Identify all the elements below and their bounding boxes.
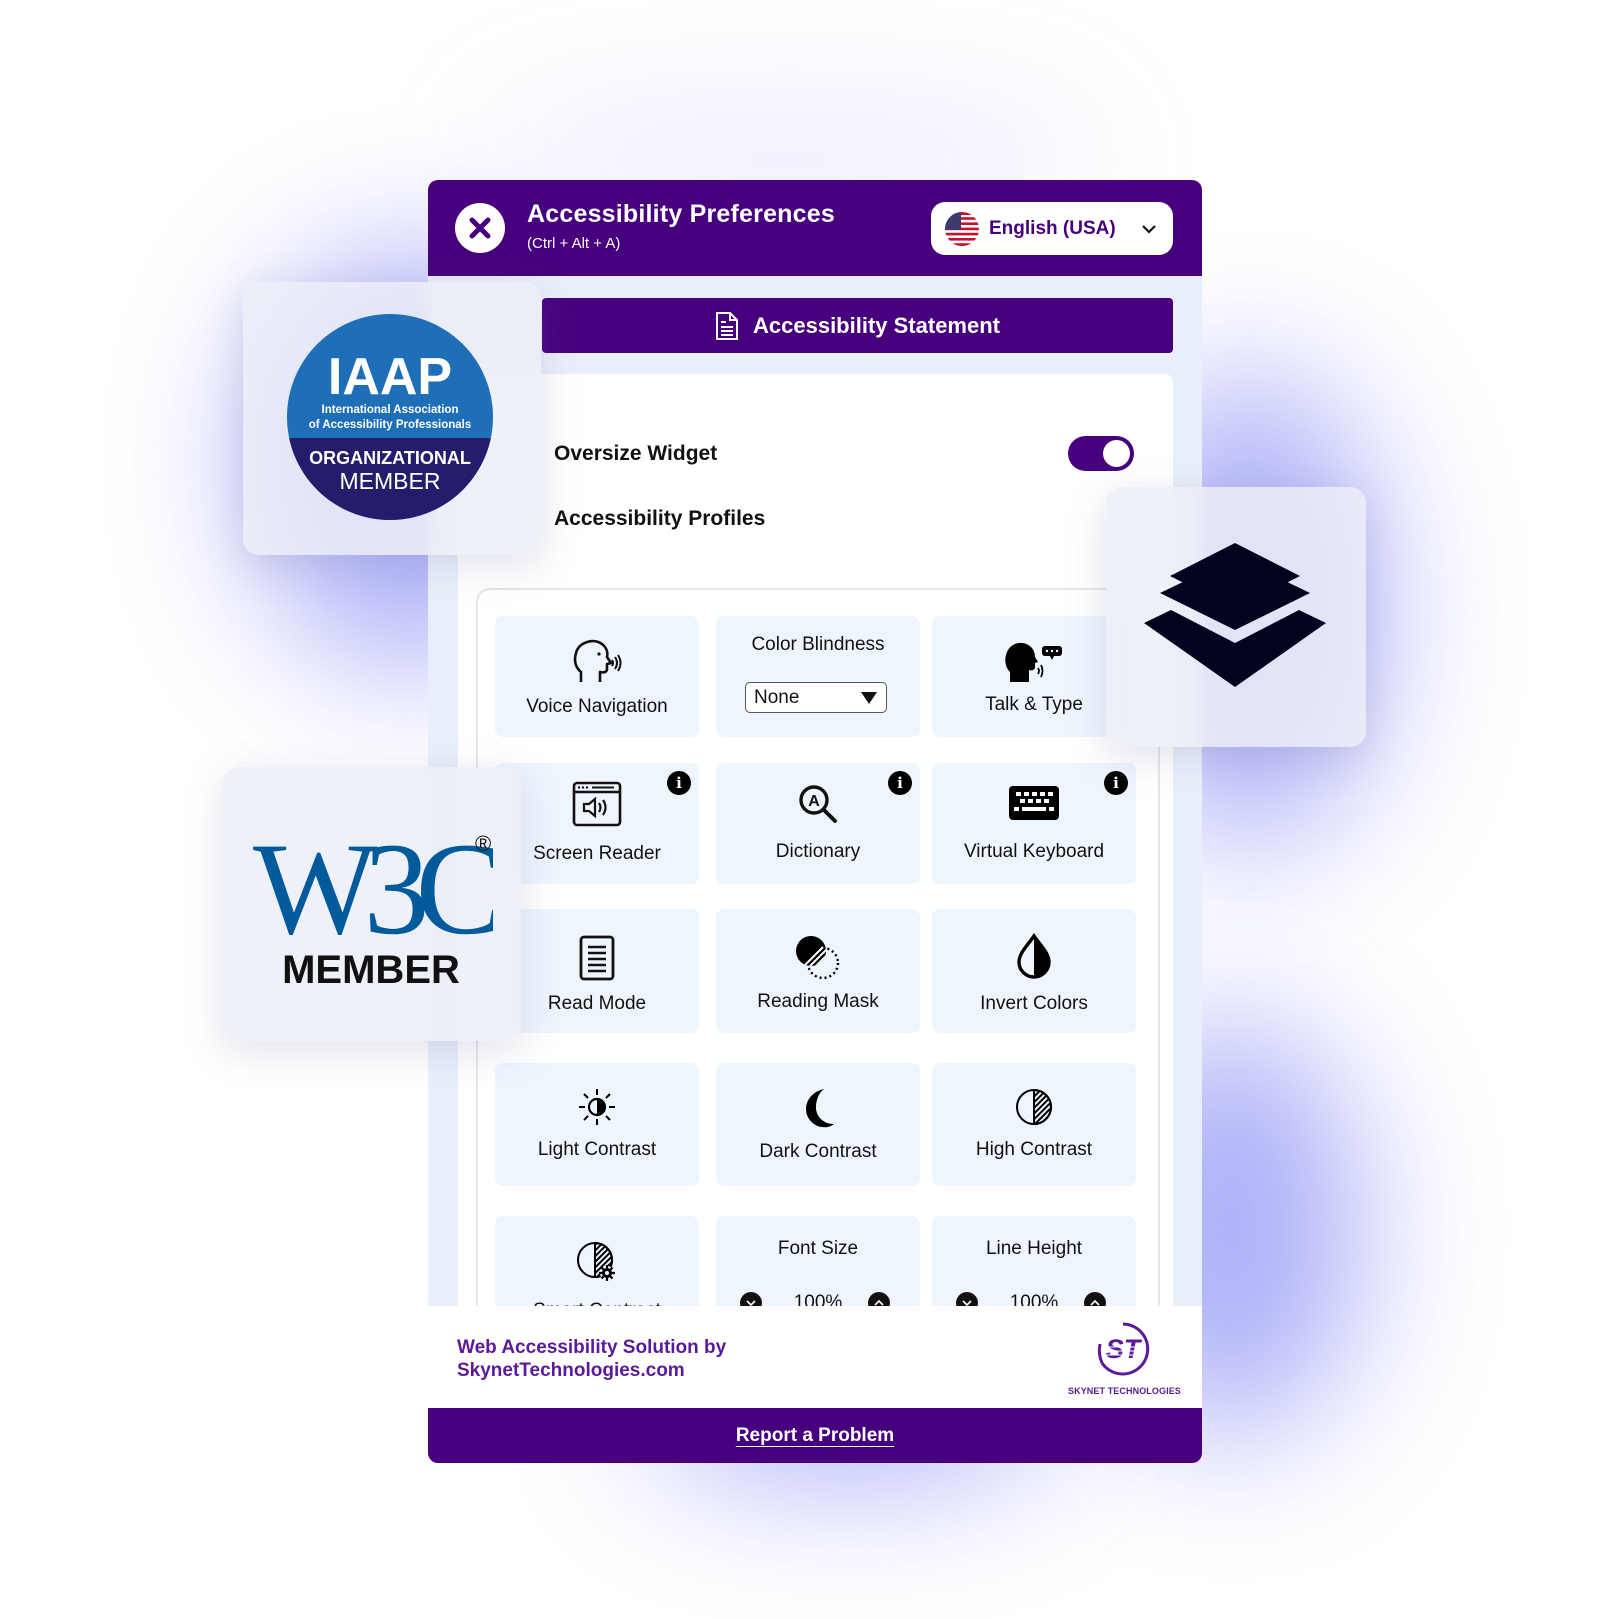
- tile-read-mode[interactable]: Read Mode: [495, 909, 699, 1033]
- info-button[interactable]: i: [1104, 771, 1128, 795]
- caret-down-icon: [861, 692, 877, 704]
- close-button[interactable]: [455, 203, 505, 253]
- high-contrast-icon: [1016, 1088, 1052, 1126]
- panel-title: Accessibility Preferences: [527, 200, 835, 228]
- toggle-knob: [1103, 440, 1130, 467]
- color-blindness-select[interactable]: None: [745, 682, 887, 713]
- dictionary-icon: A: [799, 785, 837, 823]
- iaap-logo: IAAP International Association of Access…: [287, 314, 493, 520]
- svg-text:A: A: [808, 793, 820, 810]
- screen-reader-icon: [572, 781, 622, 827]
- keyboard-icon: [1009, 786, 1059, 820]
- chevron-down-icon: [1142, 225, 1156, 234]
- tile-label: Read Mode: [547, 993, 647, 1014]
- layers-icon: [1144, 543, 1326, 687]
- brand-text: Web Accessibility Solution by SkynetTech…: [457, 1336, 726, 1382]
- keyboard-shortcut: (Ctrl + Alt + A): [527, 235, 621, 252]
- layers-badge-card: [1106, 487, 1366, 747]
- brand-line-2[interactable]: SkynetTechnologies.com: [457, 1359, 726, 1382]
- talk-type-icon: [1005, 642, 1062, 682]
- oversize-widget-toggle[interactable]: [1068, 436, 1134, 471]
- moon-icon: [806, 1089, 834, 1128]
- report-bar: Report a Problem: [428, 1408, 1202, 1463]
- close-icon: [469, 217, 491, 239]
- tile-high-contrast[interactable]: High Contrast: [932, 1063, 1136, 1186]
- tile-label: Font Size: [777, 1238, 859, 1259]
- tile-label: Screen Reader: [533, 843, 661, 864]
- tile-label: High Contrast: [975, 1139, 1093, 1160]
- accessibility-panel: Accessibility Preferences (Ctrl + Alt + …: [428, 180, 1202, 1463]
- svg-text:of Accessibility Professionals: of Accessibility Professionals: [309, 419, 472, 431]
- svg-text:ST: ST: [1106, 1334, 1143, 1364]
- tile-screen-reader[interactable]: i Screen Reader: [495, 763, 699, 884]
- document-icon: [716, 311, 738, 340]
- panel-footer: Web Accessibility Solution by SkynetTech…: [428, 1306, 1202, 1408]
- tile-label: Dictionary: [775, 841, 861, 862]
- tile-light-contrast[interactable]: Light Contrast: [495, 1063, 699, 1186]
- svg-text:®: ®: [475, 831, 491, 856]
- tile-dictionary[interactable]: A i Dictionary: [716, 763, 920, 884]
- reading-mask-icon: [796, 936, 840, 980]
- svg-text:IAAP: IAAP: [328, 348, 452, 406]
- light-contrast-icon: [579, 1089, 615, 1125]
- skynet-logo-icon: ST: [1097, 1322, 1150, 1376]
- statement-label: Accessibility Statement: [753, 312, 1000, 338]
- tile-dark-contrast[interactable]: Dark Contrast: [716, 1063, 920, 1186]
- read-mode-icon: [579, 935, 615, 981]
- svg-text:W3C: W3C: [253, 825, 493, 962]
- svg-text:MEMBER: MEMBER: [282, 948, 460, 985]
- svg-text:ORGANIZATIONAL: ORGANIZATIONAL: [309, 448, 471, 468]
- w3c-logo: W3C ® MEMBER: [253, 825, 493, 985]
- invert-colors-icon: [1017, 933, 1051, 979]
- tile-reading-mask[interactable]: Reading Mask: [716, 909, 920, 1033]
- language-label: English (USA): [989, 217, 1116, 239]
- info-button[interactable]: i: [888, 771, 912, 795]
- accessibility-profiles-heading: Accessibility Profiles: [554, 507, 766, 530]
- panel-header: Accessibility Preferences (Ctrl + Alt + …: [428, 180, 1202, 276]
- tile-invert-colors[interactable]: Invert Colors: [932, 909, 1136, 1033]
- tile-label: Color Blindness: [751, 634, 885, 655]
- tile-voice-navigation[interactable]: Voice Navigation: [495, 616, 699, 737]
- select-value: None: [754, 687, 800, 708]
- us-flag-icon: [945, 211, 979, 246]
- svg-text:International Association: International Association: [322, 404, 459, 416]
- skynet-logo-name: SKYNET TECHNOLOGIES: [1068, 1386, 1181, 1396]
- iaap-badge-card: IAAP International Association of Access…: [243, 282, 541, 555]
- report-problem-link[interactable]: Report a Problem: [736, 1425, 894, 1447]
- tile-label: Line Height: [985, 1238, 1083, 1259]
- tile-label: Reading Mask: [757, 991, 879, 1012]
- tile-label: Invert Colors: [980, 993, 1088, 1014]
- language-selector[interactable]: English (USA): [931, 202, 1173, 255]
- info-button[interactable]: i: [667, 771, 691, 795]
- smart-contrast-icon: [577, 1241, 615, 1281]
- tile-label: Voice Navigation: [526, 696, 668, 717]
- svg-text:MEMBER: MEMBER: [340, 468, 441, 494]
- tile-label: Virtual Keyboard: [963, 841, 1105, 862]
- tile-label: Dark Contrast: [759, 1141, 877, 1162]
- tile-color-blindness: Color Blindness None: [716, 616, 920, 737]
- w3c-badge-card: W3C ® MEMBER: [223, 767, 521, 1041]
- tile-label: Light Contrast: [537, 1139, 657, 1160]
- oversize-widget-label: Oversize Widget: [554, 442, 718, 465]
- accessibility-statement-button[interactable]: Accessibility Statement: [542, 298, 1173, 353]
- voice-navigation-icon: [573, 640, 622, 682]
- brand-line-1: Web Accessibility Solution by: [457, 1337, 727, 1358]
- tile-virtual-keyboard[interactable]: i Virtual Keyboard: [932, 763, 1136, 884]
